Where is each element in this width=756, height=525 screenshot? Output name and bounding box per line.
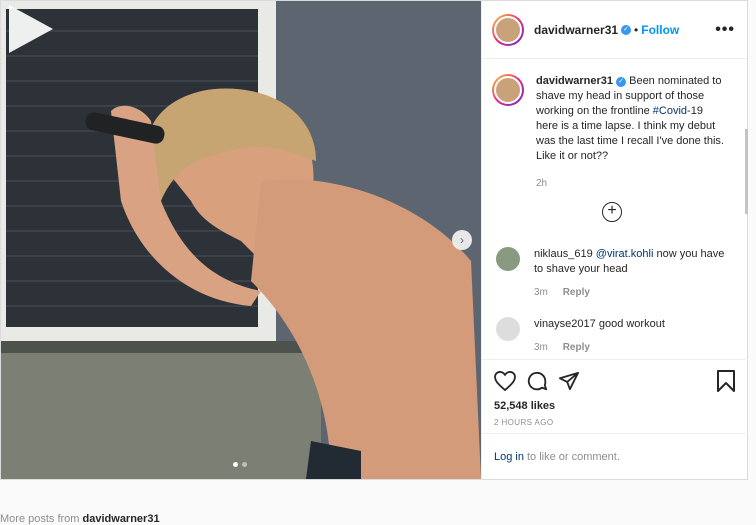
caption-hashtag[interactable]: #Covid [653, 105, 687, 117]
login-prompt: Log in to like or comment. [482, 433, 748, 479]
post-header: davidwarner31 ✓ • Follow ••• [482, 1, 747, 59]
likes-count[interactable]: 52,548 likes [494, 400, 736, 412]
carousel-dot-active [233, 462, 238, 467]
caption-avatar[interactable] [492, 74, 524, 106]
separator-dot: • [634, 22, 639, 37]
chevron-right-icon: › [460, 233, 464, 247]
follow-button[interactable]: Follow [641, 23, 679, 37]
avatar[interactable] [492, 13, 524, 46]
video-media[interactable]: › [1, 1, 481, 479]
login-link[interactable]: Log in [494, 451, 524, 463]
play-icon[interactable] [1, 1, 57, 57]
comment-avatar[interactable] [496, 247, 520, 271]
header-username[interactable]: davidwarner31 [534, 23, 618, 37]
comment-body: niklaus_619 @virat.kohli now you have to… [534, 247, 734, 300]
comment-username[interactable]: vinayse2017 [534, 318, 596, 330]
next-slide-button[interactable]: › [452, 230, 472, 250]
comment-username[interactable]: niklaus_619 [534, 248, 593, 260]
comment-icon[interactable] [526, 370, 548, 392]
more-posts-username[interactable]: davidwarner31 [83, 513, 160, 525]
post-timestamp[interactable]: 2 HOURS AGO [494, 418, 736, 427]
bookmark-icon[interactable] [716, 370, 736, 392]
post-caption: davidwarner31 ✓ Been nominated to shave m… [492, 74, 726, 191]
comment-item: vinayse2017 good workout 3m Reply [496, 317, 734, 355]
carousel-dots [233, 462, 247, 467]
heart-icon[interactable] [494, 371, 516, 391]
load-more-comments-icon[interactable]: + [602, 202, 622, 222]
comment-body: vinayse2017 good workout 3m Reply [534, 317, 734, 355]
comment-time: 3m [534, 342, 548, 353]
carousel-dot [242, 462, 247, 467]
caption-username[interactable]: davidwarner31 [536, 75, 613, 87]
instagram-post: › davidwarner31 ✓ • Follow ••• davidwarn… [0, 0, 748, 480]
login-prompt-text: to like or comment. [526, 450, 620, 463]
comment-meta: 3m Reply [534, 285, 734, 300]
comment-item: niklaus_619 @virat.kohli now you have to… [496, 247, 734, 300]
caption-text: davidwarner31 ✓ Been nominated to shave m… [536, 74, 726, 191]
post-actions: 52,548 likes 2 HOURS AGO [482, 359, 748, 433]
verified-badge-icon: ✓ [621, 24, 632, 35]
share-icon[interactable] [558, 371, 580, 391]
comment-meta: 3m Reply [534, 340, 734, 355]
action-icons [494, 368, 736, 394]
verified-badge-icon: ✓ [616, 77, 627, 87]
post-sidebar: davidwarner31 ✓ • Follow ••• davidwarner… [481, 1, 748, 479]
reply-button[interactable]: Reply [563, 342, 590, 353]
more-posts-heading: More posts from davidwarner31 [0, 513, 160, 525]
more-options-icon[interactable]: ••• [715, 21, 735, 39]
comment-avatar[interactable] [496, 317, 520, 341]
caption-time: 2h [536, 178, 548, 189]
video-frame-image [1, 1, 481, 479]
comments-scrollbar[interactable] [745, 129, 748, 214]
comment-time: 3m [534, 287, 548, 298]
comment-mention[interactable]: @virat.kohli [596, 248, 654, 260]
comments-section[interactable]: davidwarner31 ✓ Been nominated to shave m… [482, 59, 748, 359]
comment-text: good workout [595, 318, 665, 330]
reply-button[interactable]: Reply [563, 287, 590, 298]
more-posts-prefix: More posts from [0, 513, 83, 525]
